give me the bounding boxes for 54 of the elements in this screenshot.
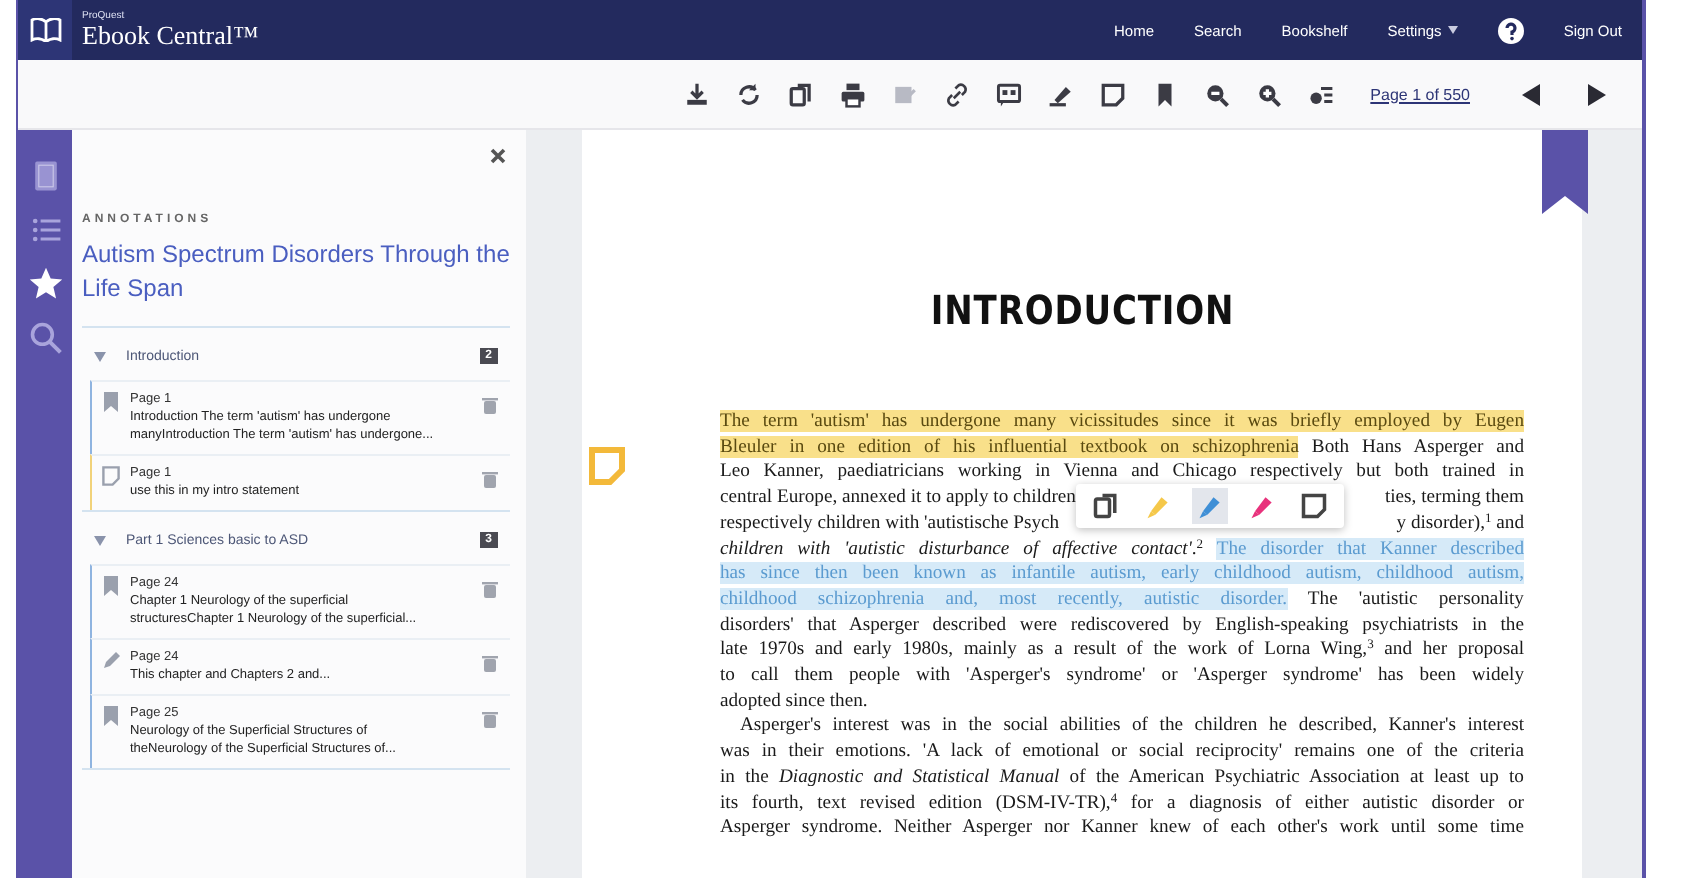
body-text: The 'autistic personality [1305, 587, 1524, 610]
pencil-icon [102, 650, 120, 670]
body-text: in the Diagnostic and Statistical Manual of the American Psychiatric Association at least up to [720, 765, 1524, 788]
book-title: Autism Spectrum Disorders Through the Life Span [82, 238, 510, 306]
note-icon[interactable] [1099, 81, 1126, 107]
body-text: central Europe, annexed it to apply to children [720, 486, 1076, 512]
body-text: Leo Kanner, paediatricians working in Vienna and Chicago respectively but both trained in [720, 460, 1524, 483]
chevron-icon[interactable] [94, 351, 106, 361]
sync-icon[interactable] [735, 81, 762, 107]
bookmark-ribbon-icon[interactable] [1542, 130, 1588, 214]
previous-page-icon[interactable] [1522, 83, 1540, 105]
chapter-heading: INTRODUCTION [930, 286, 1234, 334]
comment-icon[interactable] [995, 81, 1022, 107]
highlighter-icon[interactable] [1047, 81, 1074, 107]
body-text: y disorder),$^{1}$ and [1396, 511, 1524, 538]
star-icon[interactable] [27, 266, 63, 302]
body-text: disorders' that Asperger described were rediscovered by English-speaking psychiatrists in the [720, 613, 1524, 636]
body-text: its fourth, text revised edition (DSM-IV-TR),$^{4}$ for a diagnosis of either autistic disorder or [720, 791, 1524, 814]
view-settings-icon[interactable] [1307, 81, 1334, 107]
note-marker-icon[interactable] [588, 446, 626, 486]
brand-name: Ebook Central™ [82, 22, 259, 48]
print-icon[interactable] [839, 81, 866, 107]
highlighted-text: The disorder that Kanner described [1216, 537, 1524, 560]
body-text: respectively children with 'autistische Psych [720, 511, 1060, 538]
bookmark-icon [102, 706, 120, 726]
caret-icon [1447, 26, 1458, 34]
note-button[interactable] [1296, 488, 1332, 524]
download-icon[interactable] [683, 81, 710, 107]
highlighted-text: childhood schizophrenia and, most recently, autistic disorder. [720, 587, 1288, 610]
bookmark-icon [102, 576, 120, 596]
note-icon [102, 466, 120, 486]
next-page-icon[interactable] [1588, 83, 1606, 105]
bookmark-icon [102, 392, 120, 412]
body-text: was in their emotions. 'A lack of emotional or social reciprocity' remains one of the criteria [720, 740, 1524, 763]
search-icon[interactable] [27, 320, 63, 356]
copy-icon[interactable] [787, 81, 814, 107]
body-text: Both Hans Asperger and [1309, 435, 1525, 458]
body-text: Asperger's interest was in the social abilities of the children he described, Kanner's interest [740, 714, 1524, 737]
highlighted-text: has since then been known as infantile autism, early childhood autism, childhood autism, [720, 562, 1524, 585]
body-text: ties, terming them [1384, 486, 1524, 512]
body-text: Asperger syndrome. Neither Asperger nor Kanner knew of each other's work until some time [720, 816, 1524, 839]
book-logo-icon [29, 18, 61, 42]
zoom-out-icon[interactable] [1203, 81, 1230, 107]
help-icon[interactable] [1497, 17, 1524, 43]
body-text: late 1970s and early 1980s, mainly as a result of the work of Lorna Wing,$^{3}$ and her proposal [720, 638, 1524, 661]
body-text: children with 'autistic disturbance of affective contact'.$^{2}$ [720, 537, 1206, 560]
link-icon[interactable] [943, 81, 970, 107]
close-icon[interactable] [490, 148, 506, 164]
body-text: adopted since then. [720, 689, 868, 712]
highlighted-text: The term 'autism' has undergone many vicissitudes since it was briefly employed by Eugen [720, 410, 1524, 432]
page-indicator[interactable]: Page 1 of 550 [1370, 85, 1470, 103]
zoom-in-icon[interactable] [1255, 81, 1282, 107]
body-text: to call them people with 'Asperger's syndrome' or 'Asperger syndrome' has been widely [720, 664, 1524, 687]
chevron-icon[interactable] [94, 535, 106, 545]
